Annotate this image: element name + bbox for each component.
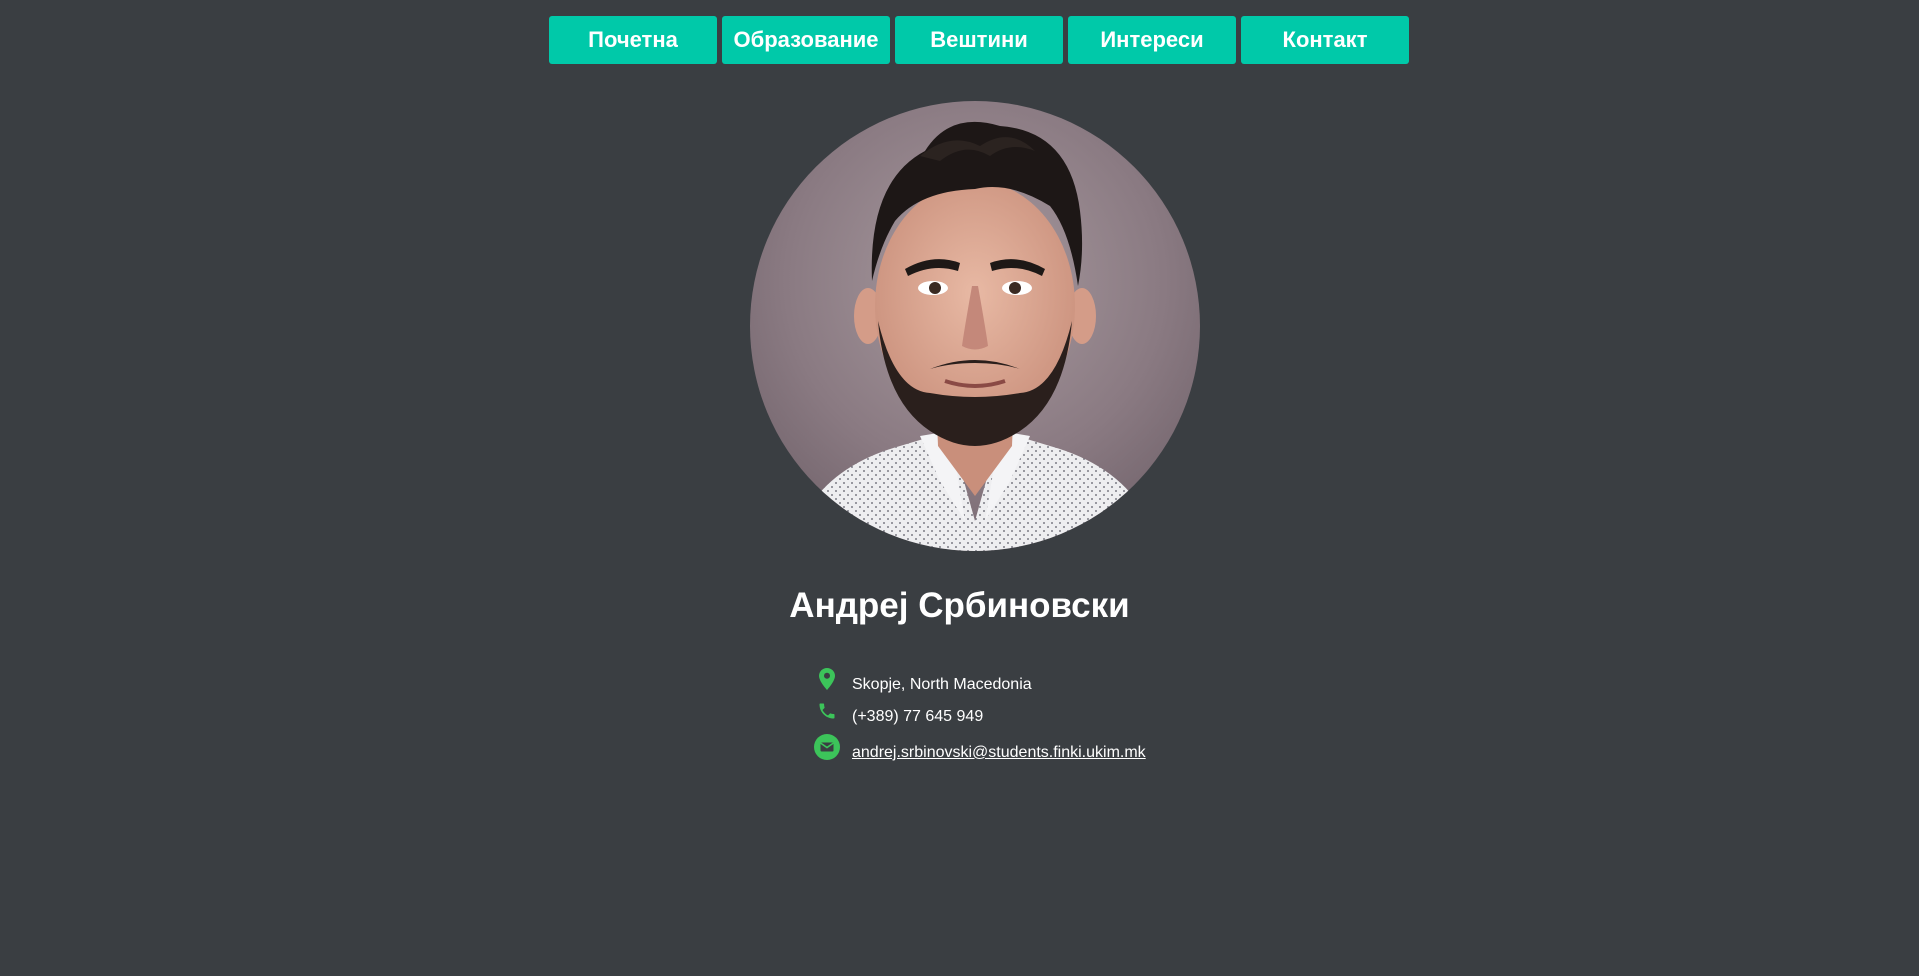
top-navigation: Почетна Образование Вештини Интереси Кон… (549, 16, 1409, 64)
nav-interests-button[interactable]: Интереси (1068, 16, 1236, 64)
nav-education-button[interactable]: Образование (722, 16, 890, 64)
envelope-icon (812, 734, 842, 760)
nav-skills-button[interactable]: Вештини (895, 16, 1063, 64)
nav-home-button[interactable]: Почетна (549, 16, 717, 64)
map-pin-icon (812, 666, 842, 692)
location-text: Skopje, North Macedonia (852, 676, 1032, 693)
phone-text: (+389) 77 645 949 (852, 708, 984, 725)
phone-icon (812, 698, 842, 724)
profile-name: Андреј Србиновски (789, 586, 1130, 625)
profile-photo (750, 101, 1200, 551)
profile-photo-illustration (750, 101, 1200, 551)
email-link[interactable]: andrej.srbinovski@students.finki.ukim.mk (852, 744, 1146, 761)
page: Почетна Образование Вештини Интереси Кон… (0, 0, 1919, 976)
nav-contact-button[interactable]: Контакт (1241, 16, 1409, 64)
